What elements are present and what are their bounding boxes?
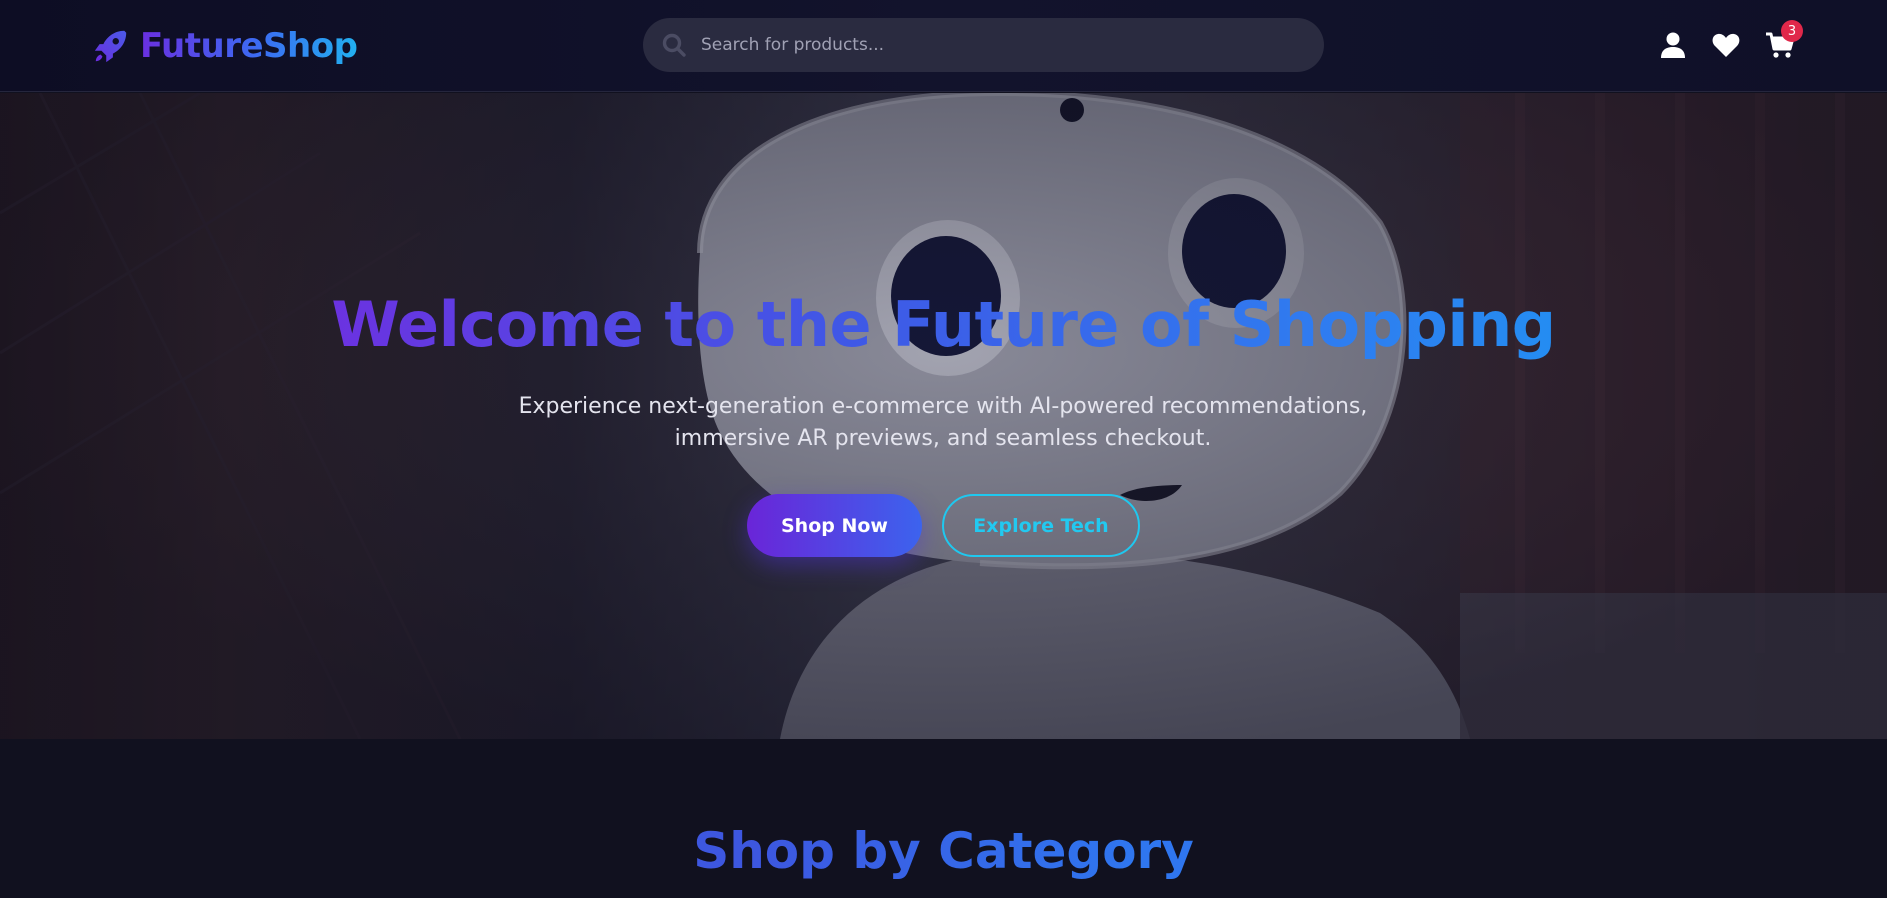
logo[interactable]: FutureShop <box>92 24 358 68</box>
shop-now-button[interactable]: Shop Now <box>747 494 922 557</box>
search-bar[interactable] <box>643 18 1324 72</box>
hero-banner: Welcome to the Future of Shopping Experi… <box>0 93 1887 739</box>
cart-count-badge: 3 <box>1781 20 1803 42</box>
categories-heading: Shop by Category <box>0 822 1887 880</box>
hero-title: Welcome to the Future of Shopping <box>0 288 1887 361</box>
user-icon[interactable] <box>1658 30 1688 60</box>
hero-subtitle-line-1: Experience next-generation e-commerce wi… <box>518 394 1368 419</box>
hero-subtitle: Experience next-generation e-commerce wi… <box>443 391 1443 455</box>
rocket-icon <box>94 30 127 63</box>
heart-icon[interactable] <box>1711 30 1741 60</box>
hero-subtitle-line-2: immersive AR previews, and seamless chec… <box>674 426 1212 451</box>
logo-text: FutureShop <box>140 26 358 66</box>
explore-tech-button[interactable]: Explore Tech <box>942 494 1140 557</box>
search-icon <box>662 33 686 57</box>
search-input[interactable] <box>701 35 1301 55</box>
site-header: FutureShop 3 <box>0 0 1887 92</box>
